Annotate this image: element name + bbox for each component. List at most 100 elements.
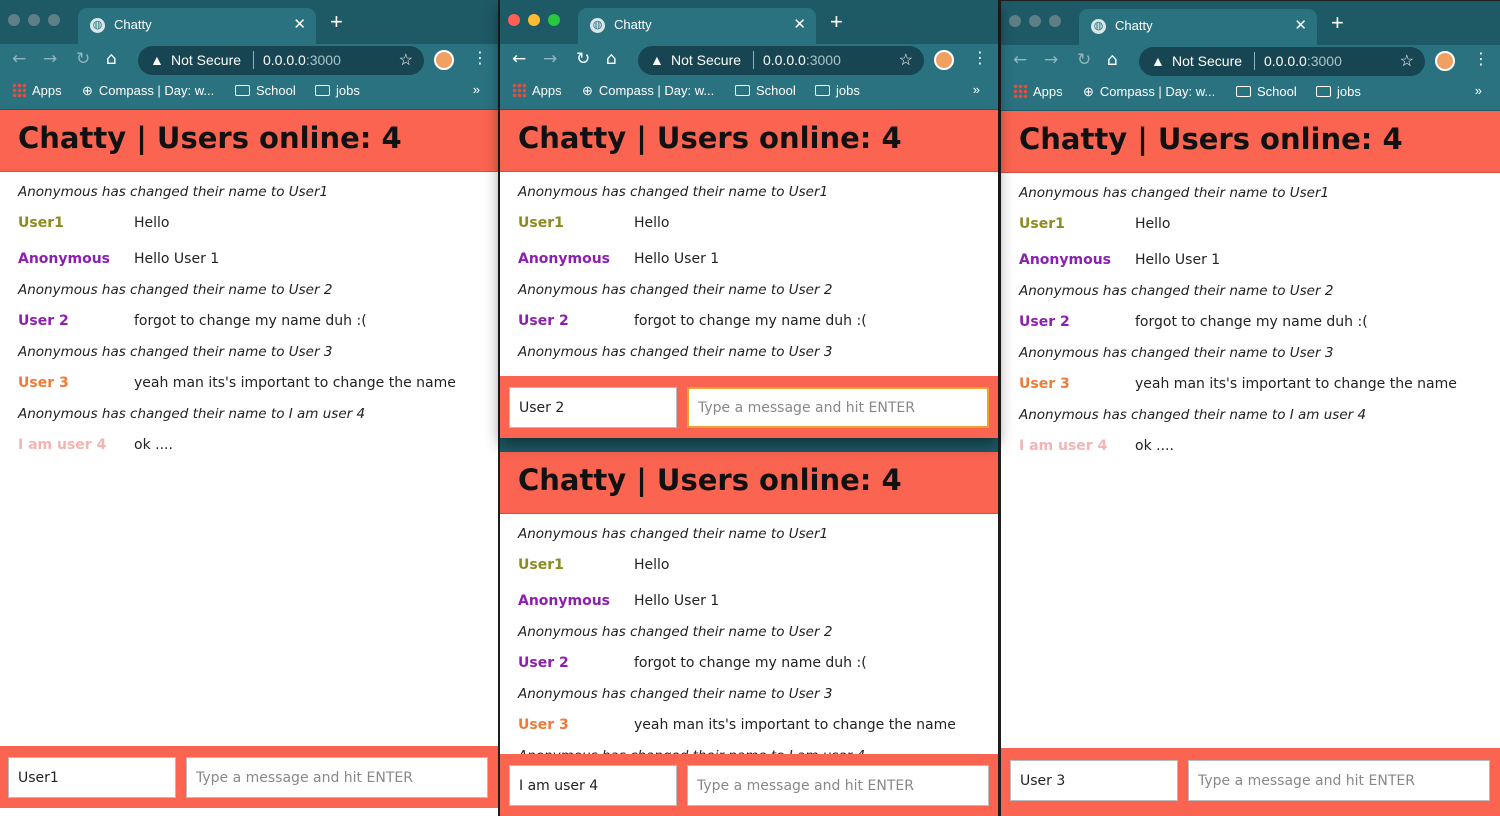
system-message: Anonymous has changed their name to I am… <box>18 406 366 422</box>
close-tab-icon[interactable]: ✕ <box>293 15 306 33</box>
window-controls[interactable] <box>1009 15 1061 27</box>
browser-window-left: ◍ Chatty ✕ + ← → ↻ ⌂ ▲ Not Secure 0.0.0.… <box>0 0 498 816</box>
bookmark-apps[interactable]: Apps <box>512 83 562 98</box>
browser-tab[interactable]: ◍ Chatty ✕ <box>78 8 316 44</box>
bookmark-jobs[interactable]: jobs <box>1316 84 1361 99</box>
chat-message: I am user 4 ok .... <box>1019 438 1174 454</box>
message-content: Hello User 1 <box>1135 252 1221 268</box>
username-input[interactable]: User 2 <box>509 387 677 428</box>
system-message: Anonymous has changed their name to User… <box>18 282 333 298</box>
system-message: Anonymous has changed their name to User… <box>518 282 833 298</box>
forward-icon[interactable]: → <box>1044 50 1058 70</box>
back-icon[interactable]: ← <box>12 49 26 69</box>
divider <box>253 51 254 69</box>
close-window-icon[interactable] <box>8 14 20 26</box>
chat-message: Anonymous Hello User 1 <box>18 251 219 267</box>
profile-avatar[interactable] <box>434 50 454 70</box>
chat-message: User 3 yeah man its's important to change… <box>18 375 456 391</box>
back-icon[interactable]: ← <box>512 49 526 69</box>
reload-icon[interactable]: ↻ <box>576 49 590 69</box>
close-window-icon[interactable] <box>1009 15 1021 27</box>
compass-icon: ⊕ <box>1083 84 1094 99</box>
username-input[interactable]: I am user 4 <box>509 765 677 806</box>
message-input[interactable]: Type a message and hit ENTER <box>1188 760 1490 801</box>
zoom-window-icon[interactable] <box>1049 15 1061 27</box>
system-message: Anonymous has changed their name to User… <box>1019 283 1334 299</box>
apps-grid-icon <box>12 83 26 97</box>
bookmark-star-icon[interactable]: ☆ <box>899 50 913 70</box>
username-input[interactable]: User 3 <box>1010 760 1178 801</box>
bookmark-compass[interactable]: ⊕ Compass | Day: w... <box>82 83 214 99</box>
username: User1 <box>518 215 564 231</box>
address-bar[interactable]: ▲ Not Secure 0.0.0.0:3000 ☆ <box>1139 47 1425 76</box>
forward-icon[interactable]: → <box>43 49 57 69</box>
home-icon[interactable]: ⌂ <box>106 49 117 69</box>
message-list: Anonymous has changed their name to User… <box>1001 173 1500 749</box>
new-tab-button[interactable]: + <box>830 11 843 33</box>
minimize-window-icon[interactable] <box>28 14 40 26</box>
more-bookmarks-icon[interactable]: » <box>973 82 980 97</box>
address-bar[interactable]: ▲ Not Secure 0.0.0.0:3000 ☆ <box>638 46 924 75</box>
back-icon[interactable]: ← <box>1013 50 1027 70</box>
message-input[interactable]: Type a message and hit ENTER <box>687 387 989 428</box>
bookmark-apps[interactable]: Apps <box>12 83 62 98</box>
new-tab-button[interactable]: + <box>330 11 343 33</box>
bookmark-jobs[interactable]: jobs <box>315 83 360 98</box>
bookmark-compass[interactable]: ⊕ Compass | Day: w... <box>1083 84 1215 100</box>
bookmarks-bar: Apps ⊕ Compass | Day: w... School jobs » <box>1001 77 1500 111</box>
app-header: Chatty | Users online: 4 <box>0 110 498 172</box>
browser-window-right: ◍ Chatty ✕ + ← → ↻ ⌂ ▲ Not Secure 0.0.0.… <box>1001 1 1500 816</box>
chat-message: User 2 forgot to change my name duh :( <box>18 313 367 329</box>
bookmark-star-icon[interactable]: ☆ <box>1400 51 1414 71</box>
menu-icon[interactable]: ⋮ <box>972 48 988 67</box>
url-text: 0.0.0.0:3000 <box>763 52 841 68</box>
close-tab-icon[interactable]: ✕ <box>1294 16 1307 34</box>
more-bookmarks-icon[interactable]: » <box>1475 83 1482 98</box>
profile-avatar[interactable] <box>1435 51 1455 71</box>
profile-avatar[interactable] <box>934 50 954 70</box>
browser-tab[interactable]: ◍ Chatty ✕ <box>578 8 816 44</box>
bookmark-jobs[interactable]: jobs <box>815 83 860 98</box>
more-bookmarks-icon[interactable]: » <box>473 82 480 97</box>
system-message: Anonymous has changed their name to User… <box>1019 185 1330 201</box>
close-window-icon[interactable] <box>508 14 520 26</box>
username: Anonymous <box>18 251 111 267</box>
bookmark-apps[interactable]: Apps <box>1013 84 1063 99</box>
message-content: Hello <box>634 557 670 573</box>
message-input[interactable]: Type a message and hit ENTER <box>186 757 488 798</box>
menu-icon[interactable]: ⋮ <box>472 48 488 67</box>
bookmark-school[interactable]: School <box>1236 84 1297 99</box>
home-icon[interactable]: ⌂ <box>606 49 617 69</box>
bookmark-school[interactable]: School <box>235 83 296 98</box>
window-controls[interactable] <box>8 14 60 26</box>
home-icon[interactable]: ⌂ <box>1107 50 1118 70</box>
forward-icon[interactable]: → <box>543 49 557 69</box>
close-tab-icon[interactable]: ✕ <box>793 15 806 33</box>
window-controls[interactable] <box>508 14 560 26</box>
zoom-window-icon[interactable] <box>48 14 60 26</box>
reload-icon[interactable]: ↻ <box>1077 50 1091 70</box>
minimize-window-icon[interactable] <box>1029 15 1041 27</box>
chat-message: User1 Hello <box>518 215 670 231</box>
menu-icon[interactable]: ⋮ <box>1473 49 1489 68</box>
system-message: Anonymous has changed their name to User… <box>518 184 829 200</box>
zoom-window-icon[interactable] <box>548 14 560 26</box>
minimize-window-icon[interactable] <box>528 14 540 26</box>
bookmark-compass[interactable]: ⊕ Compass | Day: w... <box>582 83 714 99</box>
browser-toolbar: ← → ↻ ⌂ ▲ Not Secure 0.0.0.0:3000 ☆ ⋮ <box>1001 45 1500 77</box>
url-text: 0.0.0.0:3000 <box>1264 53 1342 69</box>
address-bar[interactable]: ▲ Not Secure 0.0.0.0:3000 ☆ <box>138 46 424 75</box>
new-tab-button[interactable]: + <box>1331 12 1344 34</box>
reload-icon[interactable]: ↻ <box>76 49 90 69</box>
username-input[interactable]: User1 <box>8 757 176 798</box>
bookmark-school[interactable]: School <box>735 83 796 98</box>
bookmark-star-icon[interactable]: ☆ <box>399 50 413 70</box>
message-list: Anonymous has changed their name to User… <box>500 514 998 754</box>
username: User 3 <box>1019 376 1070 392</box>
tab-bar: ◍ Chatty ✕ + <box>500 0 998 44</box>
page-title: Chatty | Users online: 4 <box>1019 122 1403 156</box>
chat-bar: I am user 4 Type a message and hit ENTER <box>500 754 998 816</box>
message-input[interactable]: Type a message and hit ENTER <box>687 765 989 806</box>
warning-icon: ▲ <box>1151 53 1165 69</box>
browser-tab[interactable]: ◍ Chatty ✕ <box>1079 9 1317 45</box>
